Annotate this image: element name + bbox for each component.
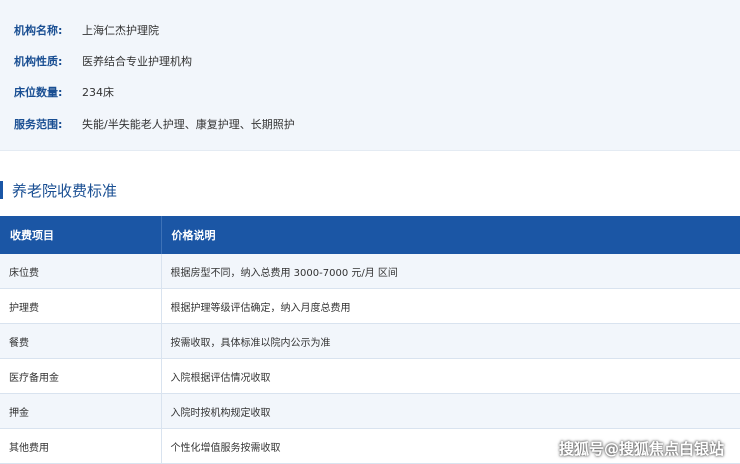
fee-item: 押金 — [0, 393, 162, 429]
fee-item: 医疗备用金 — [0, 358, 162, 394]
institution-info-panel: 机构名称: 上海仁杰护理院 机构性质: 医养结合专业护理机构 床位数量: 234… — [0, 0, 740, 151]
section-accent-bar — [0, 181, 3, 199]
watermark: 搜狐号@搜狐焦点白银站 — [558, 440, 724, 458]
table-row: 医疗备用金 入院根据评估情况收取 — [0, 358, 740, 394]
section-title: 养老院收费标准 — [12, 181, 118, 200]
fee-description: 入院根据评估情况收取 — [161, 358, 740, 394]
fee-item: 护理费 — [0, 288, 162, 324]
info-row-scope: 服务范围: 失能/半失能老人护理、康复护理、长期照护 — [14, 115, 295, 133]
info-row-beds: 床位数量: 234床 — [14, 83, 114, 101]
table-row: 床位费 根据房型不同，纳入总费用 3000-7000 元/月 区间 — [0, 254, 740, 289]
info-value-scope: 失能/半失能老人护理、康复护理、长期照护 — [82, 118, 295, 131]
info-row-nature: 机构性质: 医养结合专业护理机构 — [14, 52, 192, 70]
fee-description: 根据护理等级评估确定，纳入月度总费用 — [161, 288, 740, 324]
fee-table-header: 收费项目 价格说明 — [0, 216, 740, 254]
header-description: 价格说明 — [161, 216, 740, 254]
fee-item: 其他费用 — [0, 428, 162, 464]
info-label-nature: 机构性质: — [14, 55, 63, 68]
section-heading: 养老院收费标准 — [0, 180, 117, 200]
info-value-name: 上海仁杰护理院 — [82, 24, 159, 37]
fee-description: 按需收取，具体标准以院内公示为准 — [161, 323, 740, 359]
table-row: 护理费 根据护理等级评估确定，纳入月度总费用 — [0, 288, 740, 324]
info-row-name: 机构名称: 上海仁杰护理院 — [14, 21, 159, 39]
fee-item: 床位费 — [0, 254, 162, 289]
table-row: 餐费 按需收取，具体标准以院内公示为准 — [0, 323, 740, 359]
info-label-name: 机构名称: — [14, 24, 63, 37]
info-value-nature: 医养结合专业护理机构 — [82, 55, 192, 68]
table-row: 押金 入院时按机构规定收取 — [0, 393, 740, 429]
info-value-beds: 234床 — [82, 86, 114, 99]
fee-description: 入院时按机构规定收取 — [161, 393, 740, 429]
info-label-beds: 床位数量: — [14, 86, 63, 99]
fee-table: 收费项目 价格说明 床位费 根据房型不同，纳入总费用 3000-7000 元/月… — [0, 216, 740, 464]
header-item: 收费项目 — [0, 216, 162, 254]
info-label-scope: 服务范围: — [14, 118, 63, 131]
fee-description: 根据房型不同，纳入总费用 3000-7000 元/月 区间 — [161, 254, 740, 289]
fee-item: 餐费 — [0, 323, 162, 359]
